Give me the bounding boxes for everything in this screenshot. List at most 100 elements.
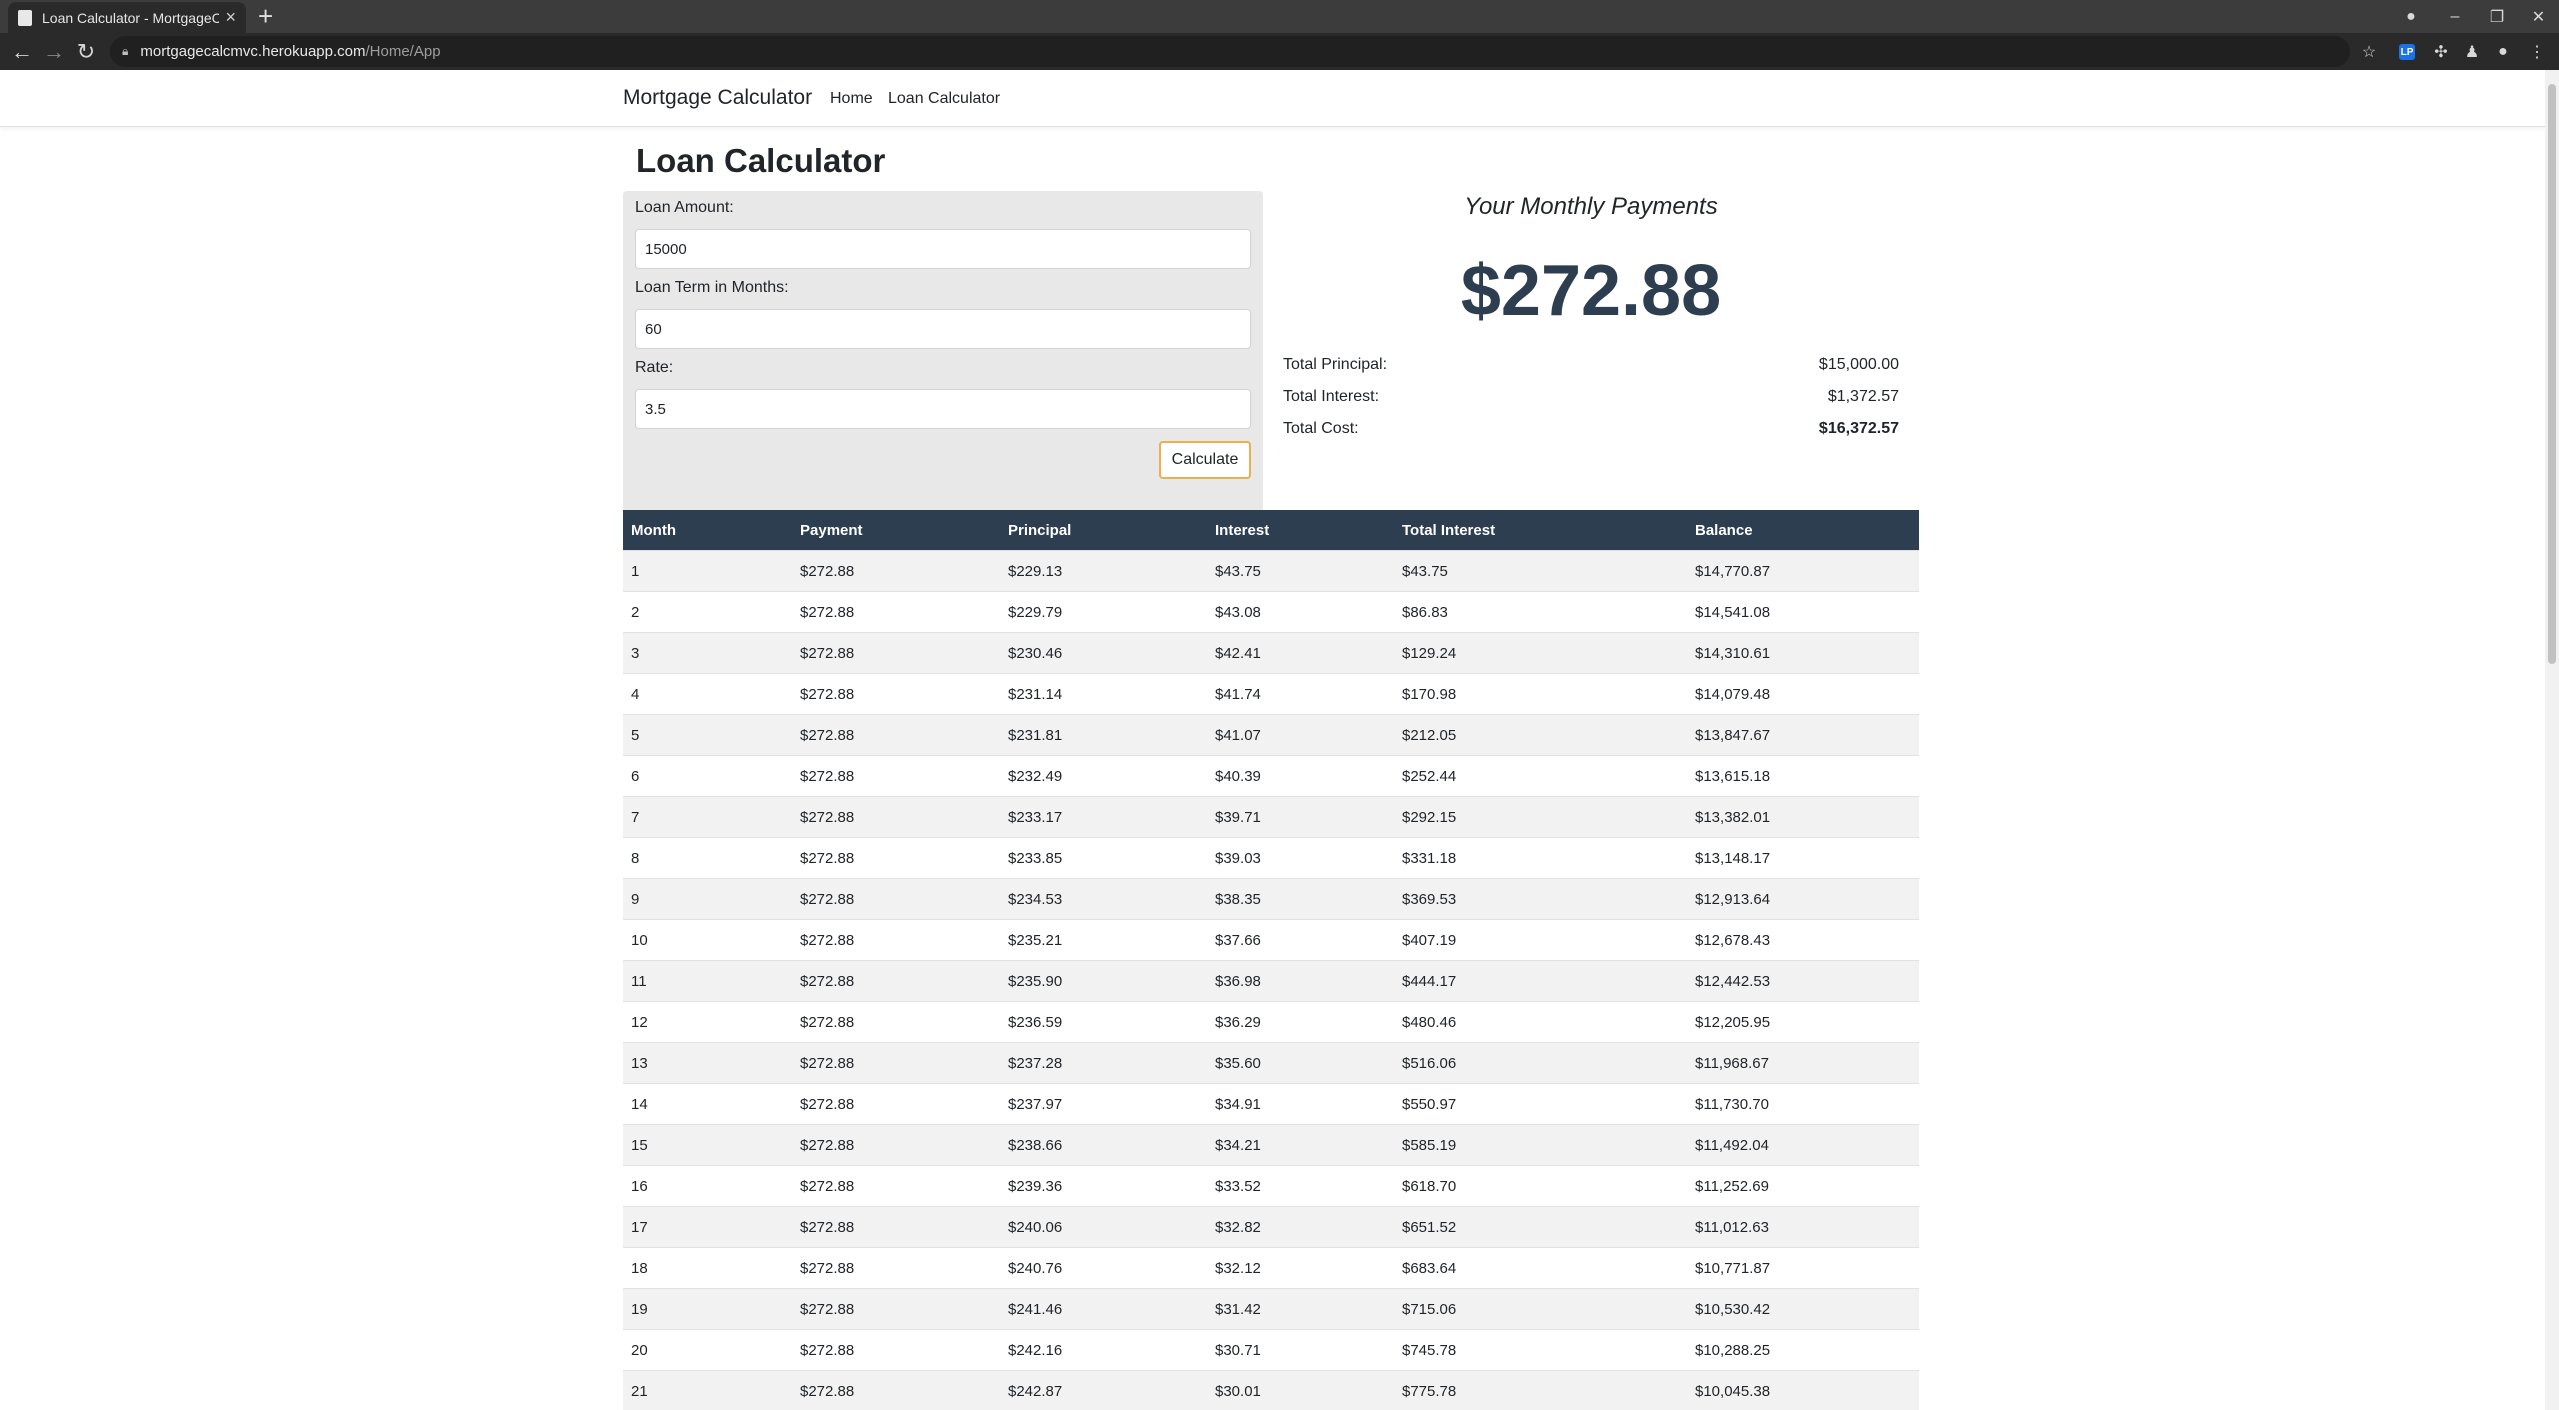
nav-home-link[interactable]: Home: [830, 90, 873, 108]
cell-month: 18: [623, 1247, 792, 1289]
cell-balance: $10,530.42: [1687, 1288, 1919, 1330]
cell-interest: $39.03: [1207, 837, 1394, 879]
cell-payment: $272.88: [792, 796, 1000, 838]
col-header-interest: Interest: [1207, 510, 1394, 551]
cell-total-interest: $170.98: [1394, 673, 1687, 715]
table-row: 7 $272.88 $233.17 $39.71 $292.15 $13,382.01: [623, 796, 1919, 838]
loan-amount-input[interactable]: [635, 229, 1251, 269]
cell-total-interest: $745.78: [1394, 1329, 1687, 1371]
profile-avatar-icon[interactable]: ●: [2492, 41, 2514, 63]
cell-month: 4: [623, 673, 792, 715]
window-close-icon[interactable]: ✕: [2518, 0, 2559, 33]
loan-term-input[interactable]: [635, 309, 1251, 349]
total-principal-label: Total Principal:: [1283, 356, 1388, 373]
cell-principal: $231.81: [1000, 714, 1207, 756]
cell-balance: $12,913.64: [1687, 878, 1919, 920]
cell-total-interest: $683.64: [1394, 1247, 1687, 1289]
cell-principal: $229.13: [1000, 550, 1207, 592]
cell-month: 12: [623, 1001, 792, 1043]
cell-total-interest: $252.44: [1394, 755, 1687, 797]
calculate-button[interactable]: Calculate: [1159, 441, 1251, 479]
col-header-payment: Payment: [792, 510, 1000, 551]
cell-interest: $32.12: [1207, 1247, 1394, 1289]
cell-balance: $14,310.61: [1687, 632, 1919, 674]
page-title: Loan Calculator: [636, 142, 886, 179]
forward-icon[interactable]: →: [40, 38, 68, 66]
cell-principal: $240.76: [1000, 1247, 1207, 1289]
cell-interest: $42.41: [1207, 632, 1394, 674]
navbar-brand[interactable]: Mortgage Calculator: [623, 86, 812, 110]
loan-term-label: Loan Term in Months:: [635, 279, 789, 296]
cell-month: 1: [623, 550, 792, 592]
loan-form-card: Loan Amount: Loan Term in Months: Rate: …: [623, 191, 1263, 556]
close-tab-icon[interactable]: ×: [225, 7, 236, 28]
table-row: 8 $272.88 $233.85 $39.03 $331.18 $13,148.17: [623, 837, 1919, 879]
cell-balance: $11,730.70: [1687, 1083, 1919, 1125]
cell-balance: $11,012.63: [1687, 1206, 1919, 1248]
scrollbar-thumb[interactable]: [2548, 84, 2556, 664]
cell-month: 16: [623, 1165, 792, 1207]
cell-balance: $10,288.25: [1687, 1329, 1919, 1371]
cell-month: 13: [623, 1042, 792, 1084]
cell-principal: $229.79: [1000, 591, 1207, 633]
rate-input[interactable]: [635, 389, 1251, 429]
cell-interest: $41.74: [1207, 673, 1394, 715]
extension-icon[interactable]: LP: [2399, 44, 2415, 60]
table-row: 13 $272.88 $237.28 $35.60 $516.06 $11,968.67: [623, 1042, 1919, 1084]
cell-payment: $272.88: [792, 919, 1000, 961]
cell-balance: $13,148.17: [1687, 837, 1919, 879]
browser-tab[interactable]: Loan Calculator - MortgageCalcM ×: [8, 2, 246, 33]
reload-icon[interactable]: ↻: [72, 38, 100, 66]
cell-interest: $38.35: [1207, 878, 1394, 920]
bookmark-star-icon[interactable]: ☆: [2358, 41, 2380, 63]
monthly-payment-amount: $272.88: [1460, 251, 1722, 331]
minimize-icon[interactable]: –: [2434, 0, 2476, 33]
table-row: 17 $272.88 $240.06 $32.82 $651.52 $11,012.63: [623, 1206, 1919, 1248]
table-header-row: Month Payment Principal Interest Total I…: [623, 510, 1919, 551]
cell-total-interest: $212.05: [1394, 714, 1687, 756]
cell-principal: $235.90: [1000, 960, 1207, 1002]
cell-total-interest: $331.18: [1394, 837, 1687, 879]
col-header-balance: Balance: [1687, 510, 1919, 551]
chrome-menu-icon[interactable]: ⋮: [2526, 41, 2548, 63]
table-row: 3 $272.88 $230.46 $42.41 $129.24 $14,310.61: [623, 632, 1919, 674]
account-icon[interactable]: ♟: [2461, 41, 2483, 63]
cell-payment: $272.88: [792, 1042, 1000, 1084]
cell-month: 2: [623, 591, 792, 633]
back-icon[interactable]: ←: [8, 38, 36, 66]
cell-payment: $272.88: [792, 591, 1000, 633]
address-bar[interactable]: 🔒︎ mortgagecalcmvc.herokuapp.com/Home/Ap…: [110, 36, 2350, 67]
cell-interest: $40.39: [1207, 755, 1394, 797]
profile-menu-icon[interactable]: ●: [2388, 0, 2434, 33]
cell-month: 7: [623, 796, 792, 838]
cell-month: 15: [623, 1124, 792, 1166]
cell-interest: $37.66: [1207, 919, 1394, 961]
restore-icon[interactable]: ❐: [2476, 0, 2518, 33]
cell-payment: $272.88: [792, 1165, 1000, 1207]
cell-balance: $13,382.01: [1687, 796, 1919, 838]
cell-balance: $13,847.67: [1687, 714, 1919, 756]
cell-total-interest: $369.53: [1394, 878, 1687, 920]
cell-principal: $234.53: [1000, 878, 1207, 920]
cell-balance: $14,770.87: [1687, 550, 1919, 592]
cell-month: 19: [623, 1288, 792, 1330]
cell-principal: $238.66: [1000, 1124, 1207, 1166]
browser-tab-strip: Loan Calculator - MortgageCalcM × + ● – …: [0, 0, 2559, 33]
nav-loan-calculator-link[interactable]: Loan Calculator: [888, 90, 1000, 108]
table-row: 18 $272.88 $240.76 $32.12 $683.64 $10,771.87: [623, 1247, 1919, 1289]
extensions-puzzle-icon[interactable]: ✣: [2430, 41, 2452, 63]
new-tab-icon[interactable]: +: [258, 3, 273, 29]
page-scrollbar[interactable]: [2545, 70, 2559, 1410]
cell-interest: $31.42: [1207, 1288, 1394, 1330]
table-row: 10 $272.88 $235.21 $37.66 $407.19 $12,678.43: [623, 919, 1919, 961]
table-row: 4 $272.88 $231.14 $41.74 $170.98 $14,079.48: [623, 673, 1919, 715]
cell-principal: $233.17: [1000, 796, 1207, 838]
table-row: 15 $272.88 $238.66 $34.21 $585.19 $11,492.04: [623, 1124, 1919, 1166]
cell-payment: $272.88: [792, 1083, 1000, 1125]
cell-balance: $13,615.18: [1687, 755, 1919, 797]
cell-principal: $232.49: [1000, 755, 1207, 797]
cell-balance: $12,205.95: [1687, 1001, 1919, 1043]
loan-amount-label: Loan Amount:: [635, 199, 734, 216]
page-viewport: Mortgage Calculator Home Loan Calculator…: [0, 70, 2545, 1410]
cell-principal: $233.85: [1000, 837, 1207, 879]
